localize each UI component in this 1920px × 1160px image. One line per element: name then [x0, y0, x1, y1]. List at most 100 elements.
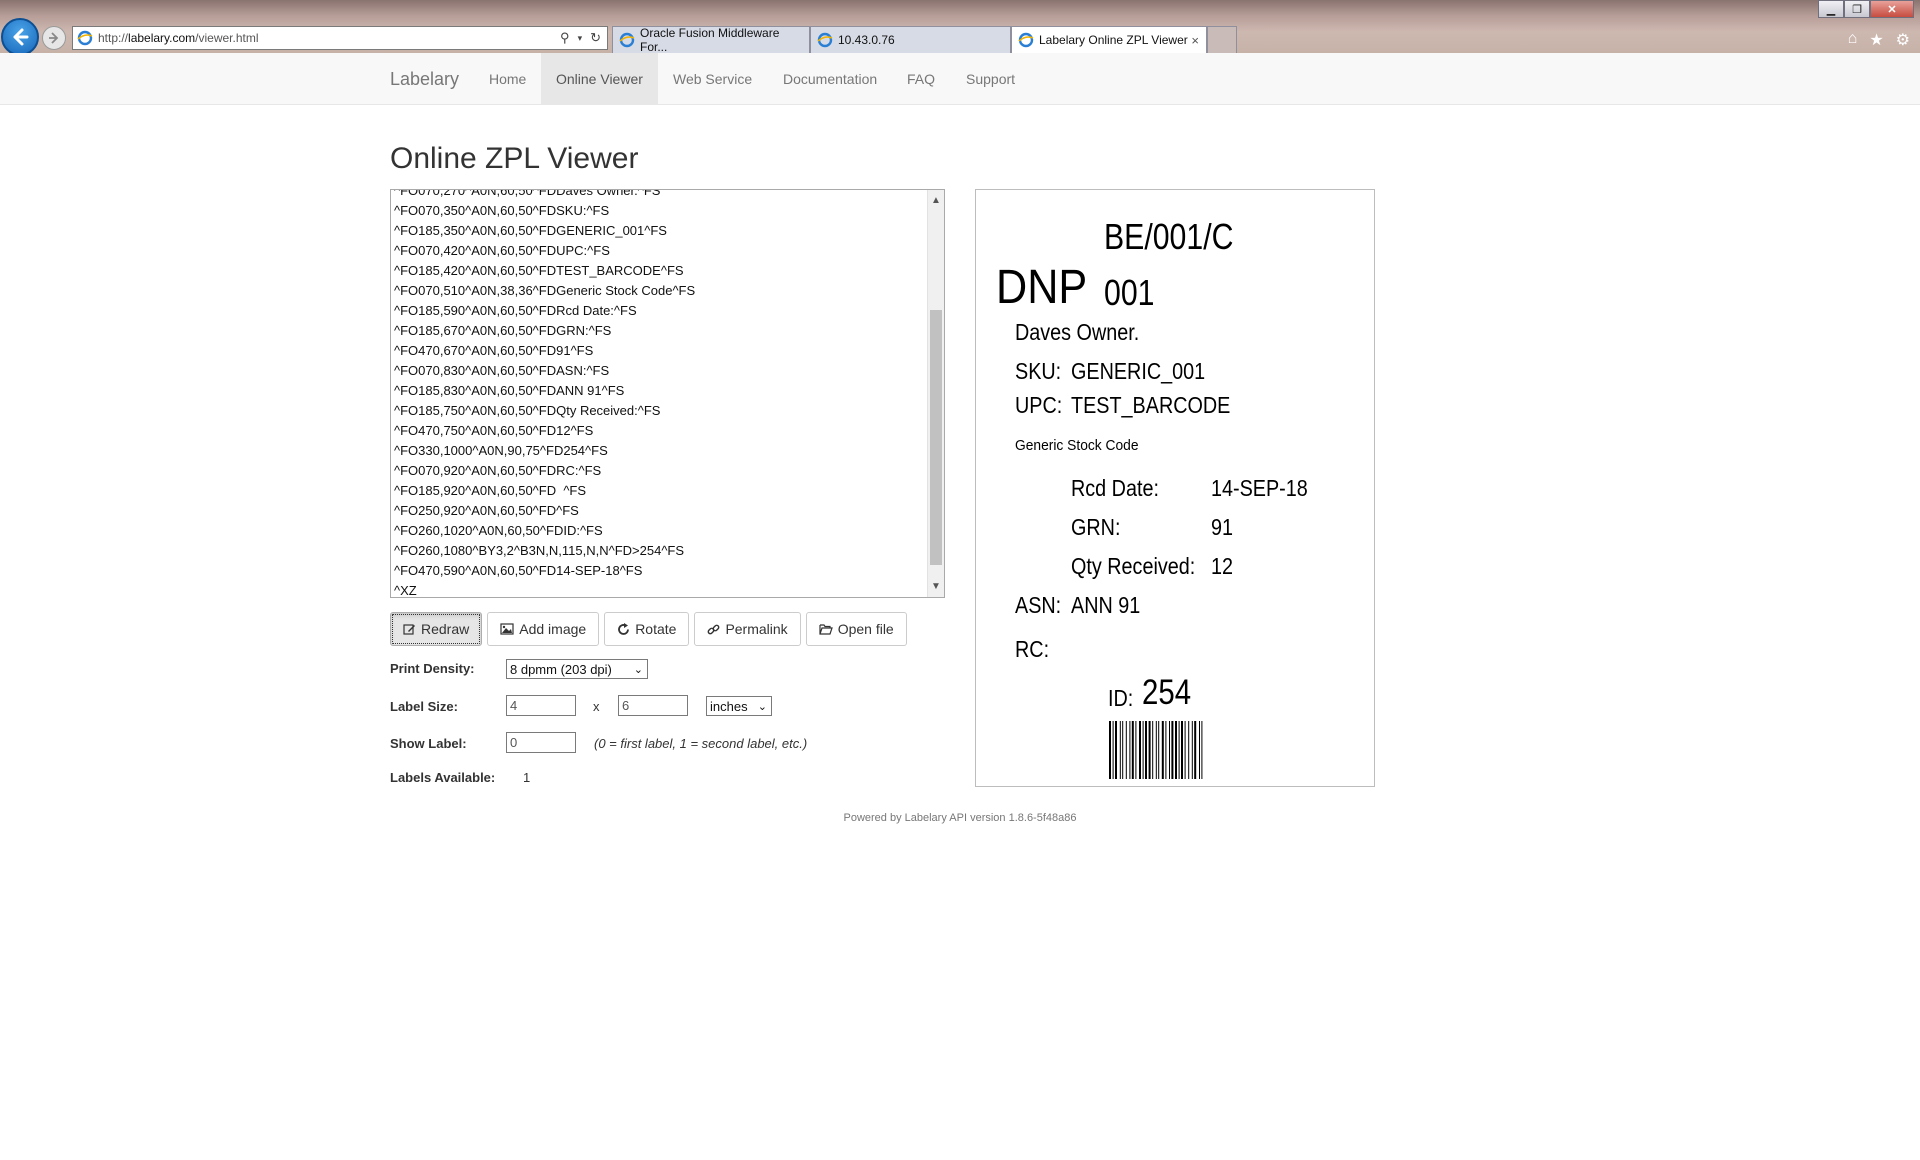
close-tab-icon[interactable]: × [1191, 33, 1199, 48]
barcode-bar [1125, 721, 1127, 779]
barcode-bar [1169, 721, 1170, 779]
nav-documentation[interactable]: Documentation [768, 53, 892, 104]
zpl-line: ^FO185,750^A0N,60,50^FDQty Received:^FS [394, 403, 661, 418]
zpl-line: ^FO070,920^A0N,60,50^FDRC:^FS [394, 463, 602, 478]
redraw-button[interactable]: Redraw [390, 612, 483, 646]
label-width-input[interactable]: 4 [506, 695, 576, 716]
zpl-line: ^FO260,1020^A0N,60,50^FDID:^FS [394, 523, 603, 538]
label-sku-label: SKU: [1015, 358, 1062, 384]
gear-icon[interactable]: ⚙ [1896, 30, 1910, 50]
brand-link[interactable]: Labelary [390, 69, 459, 90]
labels-available-label: Labels Available: [390, 770, 496, 785]
barcode-bar [1139, 721, 1141, 779]
folder-open-icon [819, 624, 833, 635]
site-navbar: Labelary Home Online Viewer Web Service … [0, 53, 1920, 105]
zpl-line: ^FO260,1080^BY3,2^B3N,N,115,N,N^FD>254^F… [394, 543, 685, 558]
window-controls: ▁ ❐ ✕ [1818, 0, 1914, 18]
nav-online-viewer[interactable]: Online Viewer [541, 53, 658, 104]
barcode-bar [1188, 721, 1190, 779]
barcode-bar [1155, 721, 1157, 779]
close-window-icon[interactable]: ✕ [1870, 0, 1914, 18]
rotate-button[interactable]: Rotate [604, 612, 690, 646]
label-asn-label: ASN: [1015, 592, 1062, 618]
barcode-bar [1171, 721, 1174, 779]
address-bar[interactable]: http://labelary.com/viewer.html ⚲ ▾ ↻ [72, 26, 608, 50]
label-id-value: 254 [1142, 673, 1192, 712]
refresh-icon[interactable]: ↻ [590, 30, 601, 46]
browser-toolbar-icons: ⌂ ★ ⚙ [1848, 30, 1910, 50]
label-grn-value: 91 [1211, 514, 1234, 540]
label-height-input[interactable]: 6 [618, 695, 688, 716]
chevron-down-icon: ⌄ [757, 700, 767, 713]
label-rcd-date-value: 14-SEP-18 [1211, 475, 1308, 501]
barcode-bar [1191, 721, 1193, 779]
open-file-button[interactable]: Open file [805, 612, 907, 646]
label-upc-label: UPC: [1015, 392, 1063, 418]
zpl-code-text[interactable]: ^FO070,270^A0N,60,50^FDDaves Owner.^FS ^F… [394, 189, 695, 598]
tab-ip-address[interactable]: 10.43.0.76 [810, 26, 1011, 53]
label-owner: Daves Owner. [1015, 319, 1140, 345]
label-lot-number: BE/001/C [1104, 216, 1234, 257]
barcode-bar [1109, 721, 1111, 779]
url-text: http://labelary.com/viewer.html [98, 31, 259, 45]
size-separator: x [593, 699, 600, 714]
barcode-bar [1199, 721, 1200, 779]
print-density-label: Print Density: [390, 661, 475, 676]
label-qty-label: Qty Received: [1071, 553, 1196, 579]
rotate-icon [618, 622, 630, 635]
chevron-down-icon: ⌄ [633, 663, 643, 676]
barcode-bar [1122, 721, 1124, 779]
back-button[interactable] [1, 18, 39, 56]
zpl-editor[interactable]: ^FO070,270^A0N,60,50^FDDaves Owner.^FS ^F… [390, 189, 945, 598]
zpl-line: ^FO470,590^A0N,60,50^FD14-SEP-18^FS [394, 563, 643, 578]
label-dnp-number: 001 [1104, 272, 1155, 313]
ie-page-icon [817, 32, 833, 48]
label-upc-value: TEST_BARCODE [1071, 392, 1231, 418]
nav-web-service[interactable]: Web Service [658, 53, 767, 104]
minimize-icon[interactable]: ▁ [1818, 0, 1844, 18]
barcode-bar [1135, 721, 1137, 779]
barcode-bar [1131, 721, 1134, 779]
unit-select[interactable]: inches ⌄ [706, 696, 772, 716]
edit-icon [403, 623, 415, 635]
zpl-line: ^XZ [394, 583, 417, 598]
forward-button[interactable] [42, 26, 66, 50]
print-density-select[interactable]: 8 dpmm (203 dpi) ⌄ [506, 659, 648, 679]
add-image-button[interactable]: Add image [487, 612, 600, 646]
tab-oracle-fusion[interactable]: Oracle Fusion Middleware For... [612, 26, 810, 54]
barcode-bar [1165, 721, 1167, 779]
ie-page-icon [77, 30, 93, 46]
tab-labelary[interactable]: Labelary Online ZPL Viewer × [1011, 26, 1207, 53]
scrollbar-thumb[interactable] [930, 310, 942, 565]
dropdown-icon[interactable]: ▾ [578, 30, 583, 46]
barcode-bar [1201, 721, 1203, 779]
barcode-bar [1152, 721, 1154, 779]
ie-page-icon [619, 32, 635, 48]
zpl-line: ^FO330,1000^A0N,90,75^FD254^FS [394, 443, 608, 458]
label-id-label: ID: [1108, 685, 1134, 711]
barcode-bar [1161, 721, 1164, 779]
zpl-line: ^FO185,670^A0N,60,50^FDGRN:^FS [394, 323, 612, 338]
nav-faq[interactable]: FAQ [892, 53, 950, 104]
zpl-line: ^FO070,350^A0N,60,50^FDSKU:^FS [394, 203, 610, 218]
maximize-icon[interactable]: ❐ [1844, 0, 1870, 18]
arrow-left-icon [13, 28, 29, 46]
search-icon[interactable]: ⚲ [560, 30, 570, 46]
show-label-input[interactable]: 0 [506, 732, 576, 753]
nav-support[interactable]: Support [951, 53, 1030, 104]
new-tab-button[interactable] [1207, 26, 1237, 53]
scroll-down-icon[interactable]: ▼ [928, 578, 944, 595]
zpl-line: ^FO070,270^A0N,60,50^FDDaves Owner.^FS [394, 189, 661, 198]
home-icon[interactable]: ⌂ [1848, 30, 1858, 50]
barcode-bar [1194, 721, 1197, 779]
scroll-up-icon[interactable]: ▲ [928, 192, 944, 209]
editor-scrollbar[interactable]: ▲ ▼ [927, 190, 944, 597]
permalink-button[interactable]: Permalink [694, 612, 801, 646]
nav-home[interactable]: Home [474, 53, 541, 104]
favorites-star-icon[interactable]: ★ [1869, 30, 1883, 50]
barcode-bar [1115, 721, 1117, 779]
footer-text: Powered by Labelary API version 1.8.6-5f… [843, 812, 1077, 824]
zpl-line: ^FO470,750^A0N,60,50^FD12^FS [394, 423, 594, 438]
barcode-bar [1181, 721, 1183, 779]
zpl-line: ^FO185,830^A0N,60,50^FDANN 91^FS [394, 383, 625, 398]
